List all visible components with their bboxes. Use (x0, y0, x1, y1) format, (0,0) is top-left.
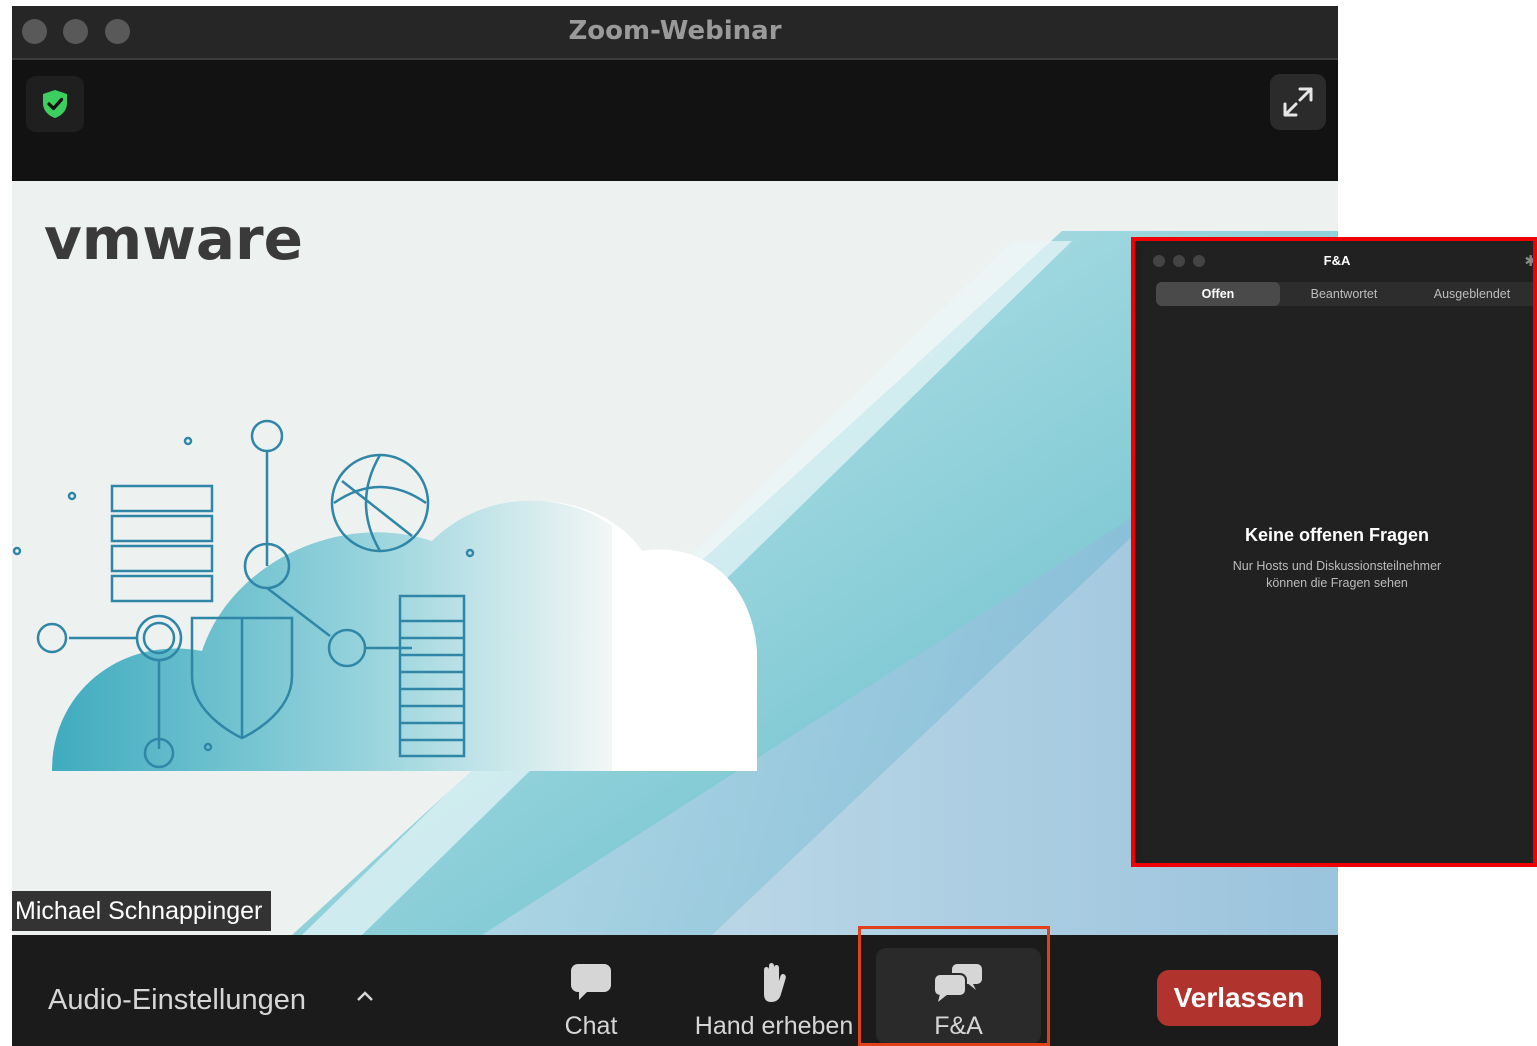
qa-button-highlight (858, 926, 1050, 1046)
audio-settings-button[interactable]: Audio-Einstellungen (48, 984, 306, 1017)
qa-empty-title: Keine offenen Fragen (1244, 525, 1430, 545)
chat-label: Chat (564, 1012, 618, 1040)
qa-panel: F&A ✱ Offen Beantwortet Ausgeblendet Kei… (1141, 243, 1533, 863)
hand-icon (764, 963, 786, 1002)
gear-icon[interactable]: ✱ (1524, 252, 1533, 270)
window-title: Zoom-Webinar (568, 16, 782, 46)
meeting-top-bar (12, 60, 1338, 181)
shield-check-icon (43, 90, 67, 118)
qa-tab-bar: Offen Beantwortet Ausgeblendet (1156, 282, 1533, 306)
tab-answered[interactable]: Beantwortet (1280, 282, 1408, 306)
qa-panel-highlight: F&A ✱ Offen Beantwortet Ausgeblendet Kei… (1131, 237, 1537, 867)
expand-arrows-icon (1283, 87, 1313, 117)
leave-button[interactable]: Verlassen (1157, 970, 1321, 1026)
fullscreen-button[interactable] (1270, 74, 1326, 130)
tab-hidden[interactable]: Ausgeblendet (1408, 282, 1533, 306)
meeting-toolbar: Audio-Einstellungen Chat Hand erheben F&… (12, 942, 1338, 1046)
raise-hand-button[interactable]: Hand erheben (688, 948, 860, 1044)
brand-logo-text: vmware (44, 205, 303, 273)
chat-bubble-icon (571, 964, 611, 1000)
chevron-up-icon[interactable] (356, 982, 374, 1008)
security-info-button[interactable] (26, 76, 84, 132)
tab-open[interactable]: Offen (1156, 282, 1280, 306)
presenter-name-tag: Michael Schnappinger (12, 891, 272, 931)
raise-hand-label: Hand erheben (694, 1012, 854, 1040)
qa-panel-title: F&A (1323, 253, 1351, 268)
qa-empty-subtitle: Nur Hosts und Diskussionsteilnehmer könn… (1232, 559, 1442, 590)
chat-button[interactable]: Chat (542, 948, 640, 1044)
title-bar: Zoom-Webinar (12, 6, 1338, 60)
